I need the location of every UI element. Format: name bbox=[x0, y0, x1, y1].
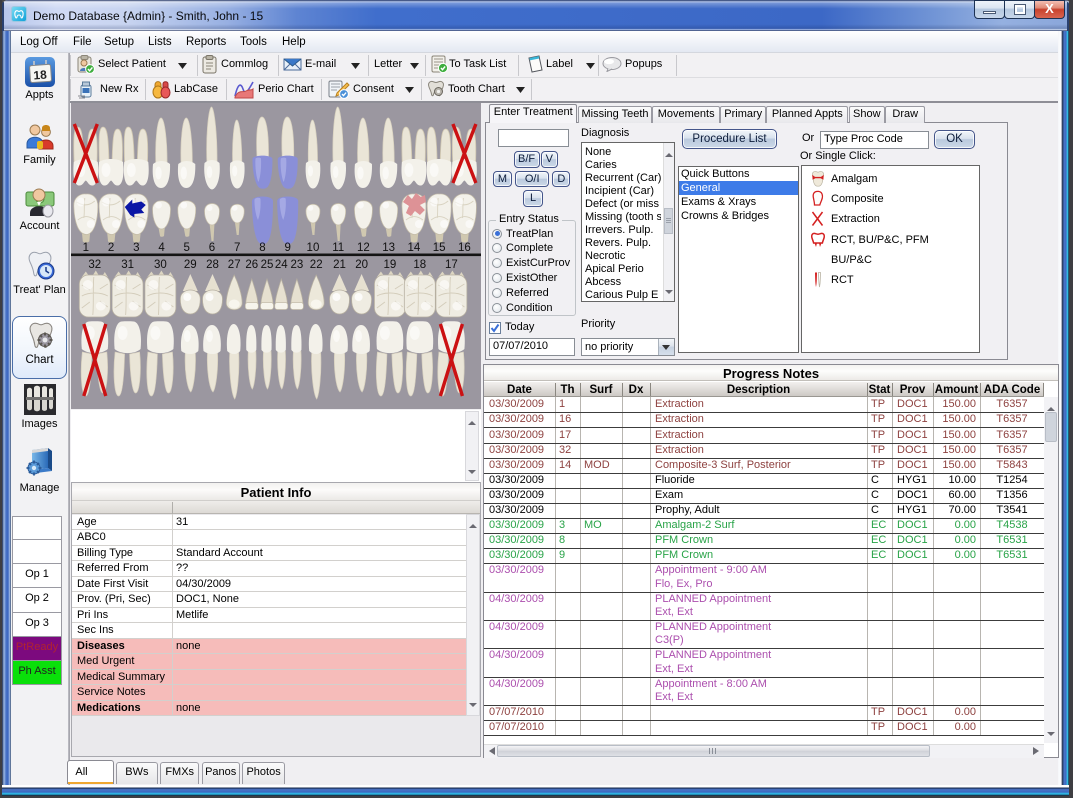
svg-text:31: 31 bbox=[121, 259, 134, 271]
svg-text:6: 6 bbox=[209, 242, 215, 254]
svg-text:25: 25 bbox=[261, 259, 274, 271]
svg-text:26: 26 bbox=[245, 259, 258, 271]
svg-text:7: 7 bbox=[234, 242, 240, 254]
svg-text:3: 3 bbox=[133, 242, 139, 254]
svg-text:11: 11 bbox=[332, 242, 344, 254]
svg-text:21: 21 bbox=[333, 259, 346, 271]
svg-text:9: 9 bbox=[285, 242, 291, 254]
svg-text:24: 24 bbox=[275, 259, 288, 271]
svg-text:22: 22 bbox=[310, 259, 323, 271]
svg-text:12: 12 bbox=[357, 242, 370, 254]
svg-text:10: 10 bbox=[307, 242, 320, 254]
svg-text:16: 16 bbox=[458, 242, 471, 254]
svg-text:18: 18 bbox=[33, 68, 48, 83]
svg-text:19: 19 bbox=[384, 259, 397, 271]
svg-text:1: 1 bbox=[83, 242, 89, 254]
svg-text:32: 32 bbox=[88, 259, 101, 271]
svg-text:20: 20 bbox=[355, 259, 368, 271]
svg-text:30: 30 bbox=[154, 259, 167, 271]
svg-text:29: 29 bbox=[184, 259, 197, 271]
svg-text:14: 14 bbox=[408, 242, 421, 254]
svg-text:8: 8 bbox=[259, 242, 265, 254]
svg-text:4: 4 bbox=[158, 242, 165, 254]
svg-text:2: 2 bbox=[108, 242, 114, 254]
svg-text:17: 17 bbox=[445, 259, 458, 271]
svg-text:23: 23 bbox=[291, 259, 304, 271]
svg-text:27: 27 bbox=[228, 259, 241, 271]
svg-text:15: 15 bbox=[433, 242, 446, 254]
svg-text:28: 28 bbox=[206, 259, 219, 271]
svg-text:18: 18 bbox=[413, 259, 426, 271]
svg-text:13: 13 bbox=[382, 242, 395, 254]
svg-text:5: 5 bbox=[184, 242, 190, 254]
